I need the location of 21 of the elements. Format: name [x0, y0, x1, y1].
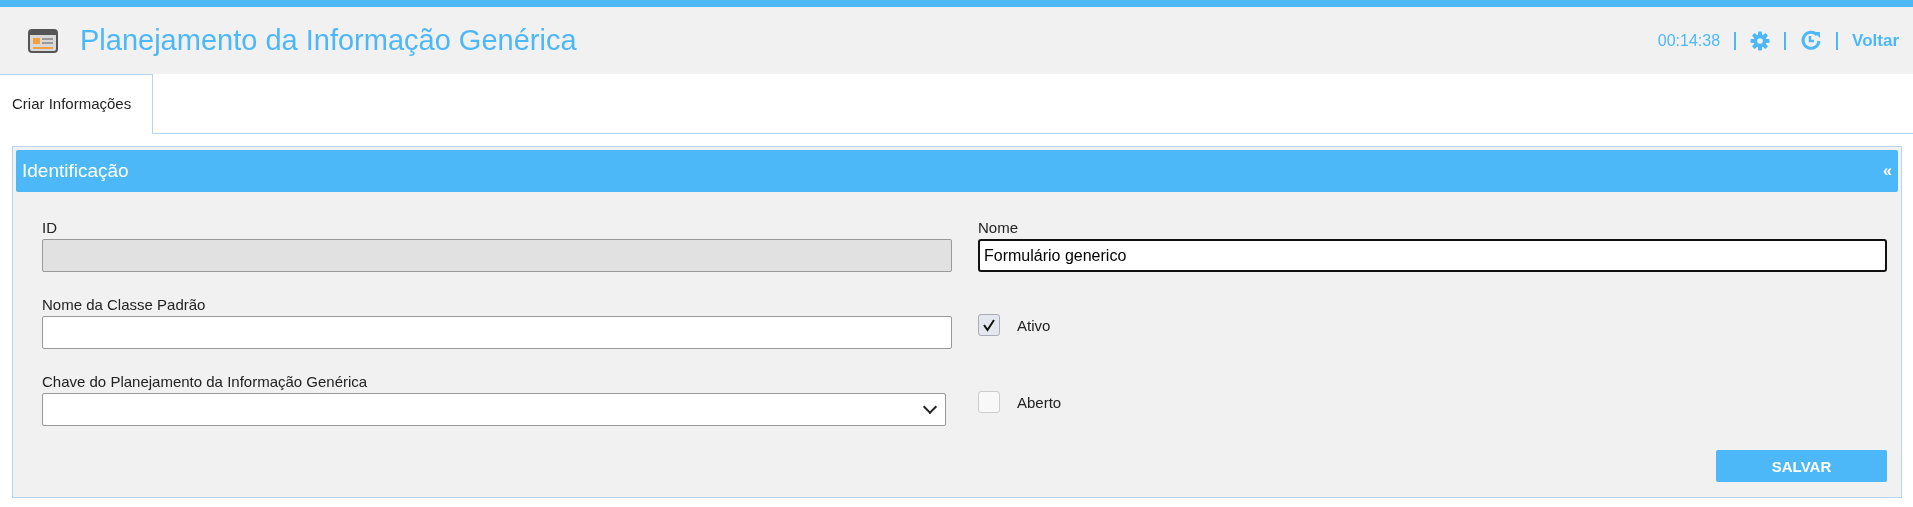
checkbox[interactable]	[978, 314, 1000, 336]
tab[interactable]: Criar Informações	[0, 74, 154, 134]
history-icon[interactable]	[1800, 29, 1823, 52]
app-icon	[28, 28, 58, 53]
checkmark-icon	[982, 318, 996, 332]
back-link[interactable]: Voltar	[1852, 30, 1899, 51]
page-title: Planejamento da Informação Genérica	[80, 24, 577, 57]
field-label: Nome	[978, 219, 1019, 236]
checkbox-label: Aberto	[1017, 393, 1062, 411]
dropdown-field[interactable]	[42, 393, 946, 426]
session-timer: 00:14:38	[1657, 31, 1721, 50]
input-field[interactable]: Formulário generico	[978, 239, 1887, 272]
collapse-toggle[interactable]: «	[1883, 162, 1892, 180]
save-button[interactable]: SALVAR	[1716, 450, 1887, 482]
checkbox-label: Ativo	[1017, 316, 1051, 334]
field-label: Chave do Planejamento da Informação Genérica	[42, 373, 369, 390]
input-field[interactable]	[42, 316, 952, 349]
panel-title: Identificação	[22, 160, 129, 182]
field-label: ID	[42, 219, 58, 236]
field-label: Nome da Classe Padrão	[42, 296, 207, 313]
checkbox[interactable]	[978, 391, 1000, 413]
